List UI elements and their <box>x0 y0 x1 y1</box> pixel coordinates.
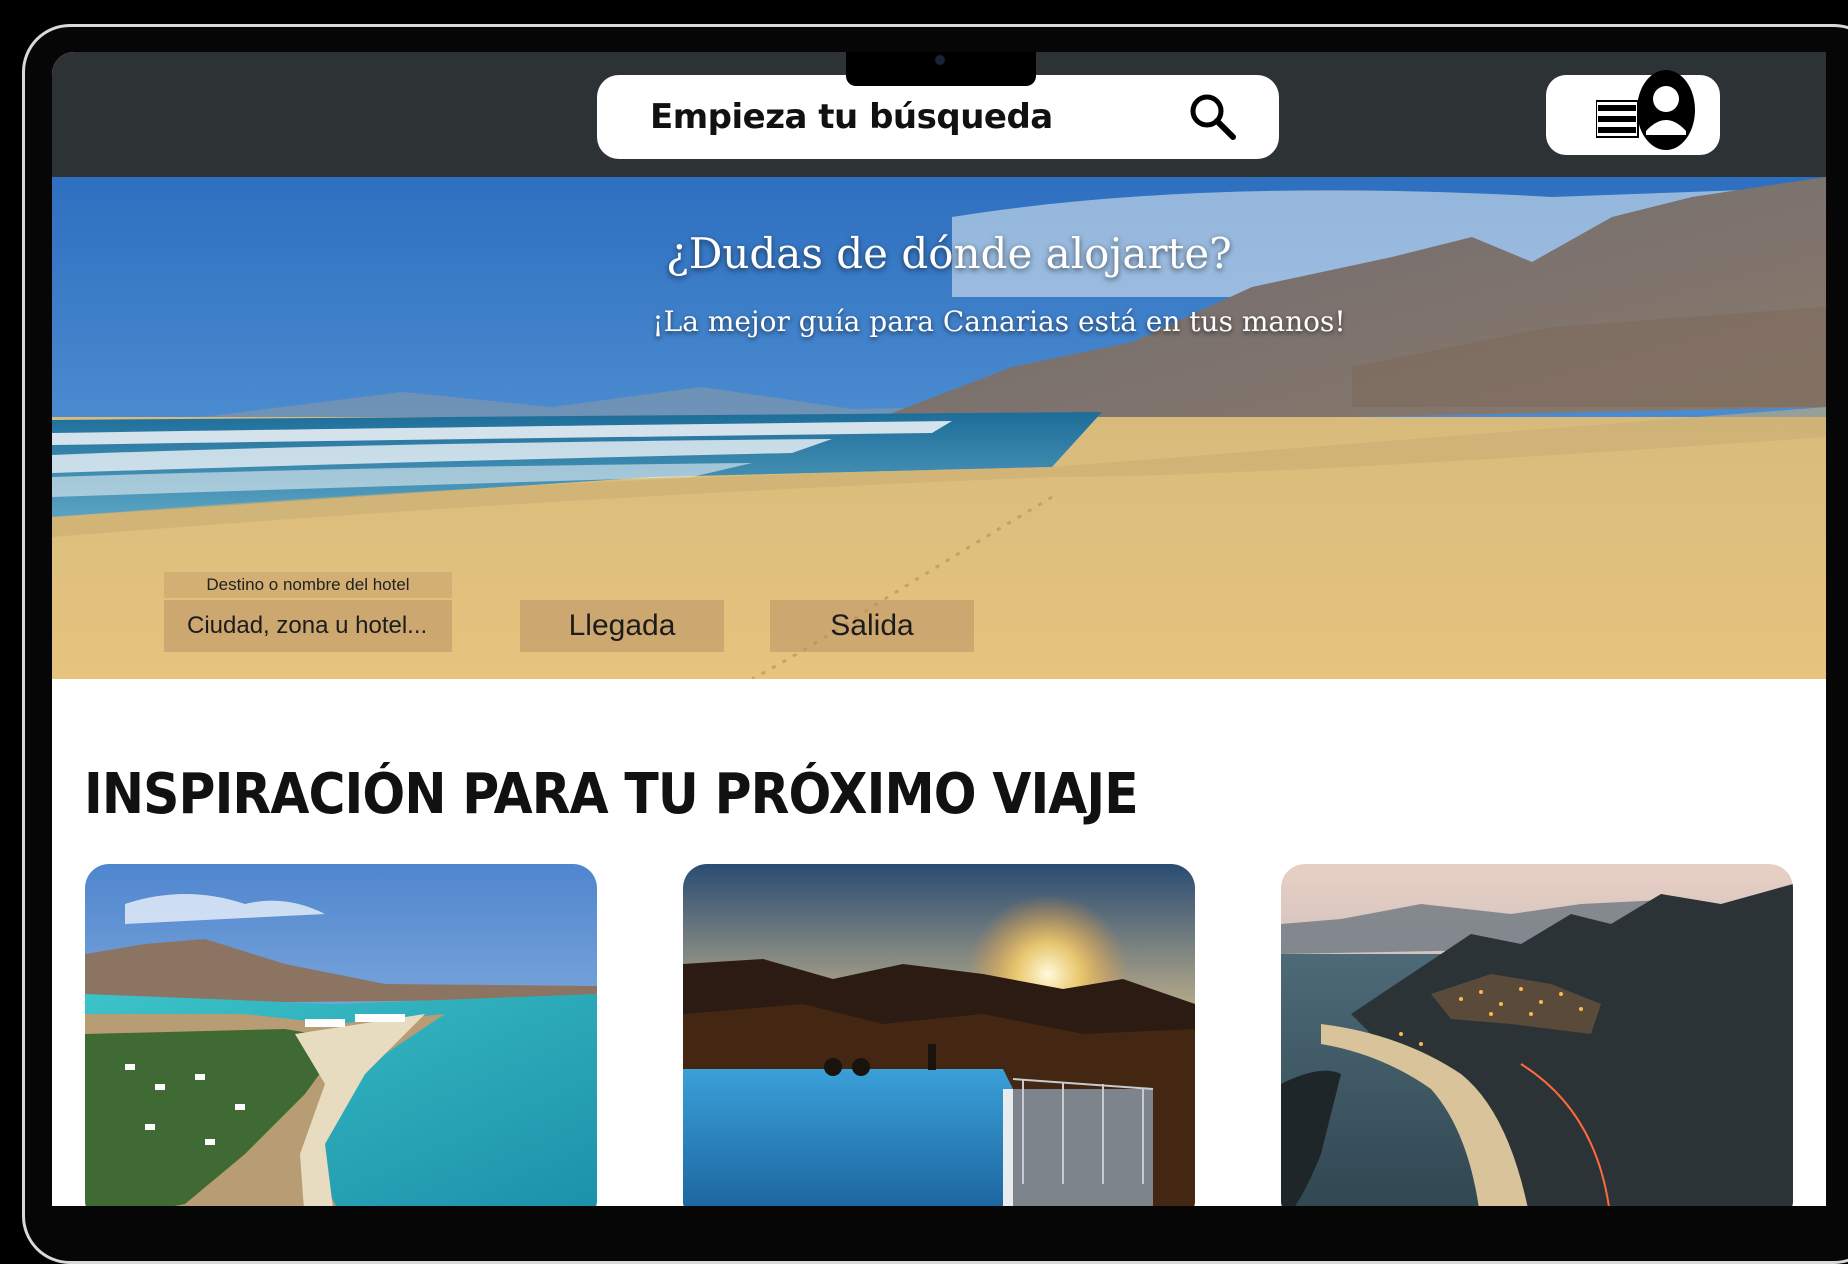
webcam-notch <box>846 52 1036 86</box>
sunset-pool-photo <box>683 864 1195 1206</box>
coast-photo <box>85 864 597 1206</box>
camera-icon <box>935 55 945 65</box>
inspiration-card-night-town[interactable] <box>1281 864 1793 1206</box>
search-bar[interactable]: Empieza tu búsqueda <box>597 75 1279 159</box>
inspiration-title: INSPIRACIÓN PARA TU PRÓXIMO VIAJE <box>84 762 1139 827</box>
destination-label: Destino o nombre del hotel <box>164 572 452 598</box>
browser-screen: Empieza tu búsqueda ¿Dudas de dónde aloj… <box>52 52 1826 1206</box>
search-icon[interactable] <box>1187 91 1239 143</box>
night-town-photo <box>1281 864 1793 1206</box>
inspiration-card-sunset[interactable] <box>683 864 1195 1206</box>
hero-banner: ¿Dudas de dónde alojarte? ¡La mejor guía… <box>52 177 1826 679</box>
inspiration-card-coast[interactable] <box>85 864 597 1206</box>
user-menu-button[interactable] <box>1546 70 1720 155</box>
destination-input[interactable]: Ciudad, zona u hotel... <box>164 600 452 652</box>
hero-title: ¿Dudas de dónde alojarte? <box>666 229 1232 278</box>
hamburger-menu-icon[interactable] <box>1596 99 1640 139</box>
arrival-date-field[interactable]: Llegada <box>520 600 724 652</box>
search-placeholder: Empieza tu búsqueda <box>650 97 1053 137</box>
hero-subtitle: ¡La mejor guía para Canarias está en tus… <box>652 305 1346 338</box>
user-avatar-icon[interactable] <box>1636 69 1696 151</box>
departure-date-field[interactable]: Salida <box>770 600 974 652</box>
